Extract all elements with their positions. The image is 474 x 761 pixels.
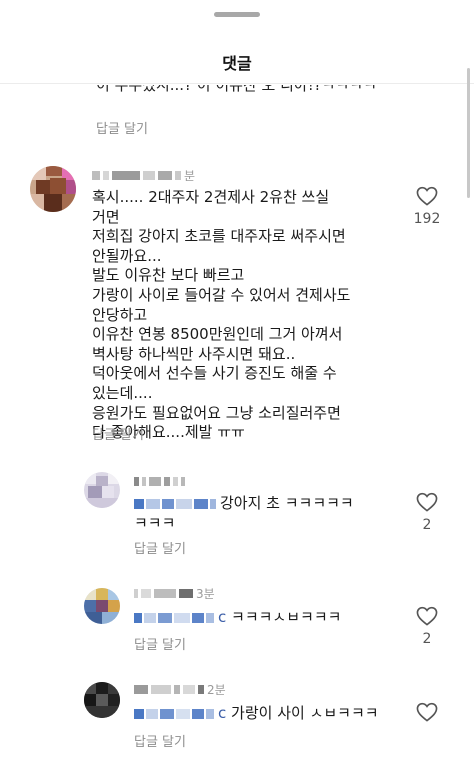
- comment-line: 안될까요...: [92, 246, 162, 265]
- reply-text: 강아지 초 ㅋㅋㅋㅋㅋ: [220, 494, 354, 512]
- like-count: 192: [413, 211, 441, 227]
- comment-text: c 가랑이 사이 ㅅㅂㅋㅋㅋ: [134, 704, 404, 724]
- avatar[interactable]: [84, 588, 120, 624]
- comment-text: 강아지 초 ㅋㅋㅋㅋㅋ ㅋㅋㅋ: [134, 494, 404, 533]
- comment-time: 2분: [207, 682, 226, 697]
- comment-time: 3분: [196, 586, 215, 601]
- comment-line: 저희집 강아지 초코를 대주자로 써주시면: [92, 227, 346, 246]
- reply-button[interactable]: 답글 달기: [134, 538, 186, 557]
- comment-line: 이유찬 연봉 8500만원인데 그거 아껴서: [92, 325, 343, 344]
- username-blurred[interactable]: 3분: [134, 586, 215, 601]
- mention-blurred[interactable]: [134, 612, 214, 623]
- comment-line: ㅋㅋㅋ: [134, 513, 176, 532]
- mention-suffix: c: [218, 608, 227, 626]
- comments-sheet: 댓글 이 주주셨시...? 이 이유찬 오 디아!?ㅋㅋㅋㅋ 답글 달기 분 혹…: [0, 0, 474, 761]
- comment-line: 가랑이 사이로 들어갈 수 있어서 견제사도: [92, 285, 351, 304]
- comment-time: 분: [184, 168, 196, 183]
- avatar[interactable]: [84, 472, 120, 508]
- comment-line: 있는데....: [92, 383, 153, 402]
- comment-line: c 가랑이 사이 ㅅㅂㅋㅋㅋ: [134, 704, 404, 724]
- username-blurred[interactable]: 분: [92, 168, 196, 183]
- comment-line: 혹시..... 2대주자 2견제사 2유찬 쓰실: [92, 188, 330, 206]
- sheet-title: 댓글: [222, 54, 252, 73]
- comment-line: 응원가도 필요없어요 그냥 소리질러주면: [92, 403, 341, 422]
- like-count: 2: [422, 631, 432, 647]
- previous-comment-text: 이 주주셨시...? 이 이유찬 오 디아!?ㅋㅋㅋㅋ: [96, 76, 377, 94]
- heart-icon[interactable]: [416, 702, 438, 722]
- heart-icon[interactable]: [416, 606, 438, 626]
- header-divider: [0, 83, 474, 84]
- comment-line: 발도 이유찬 보다 빠르고: [92, 266, 245, 285]
- avatar[interactable]: [84, 682, 120, 718]
- heart-icon[interactable]: [416, 492, 438, 512]
- comment-line: 안당하고: [92, 305, 148, 324]
- comment-line: 덕아웃에서 선수들 사기 증진도 해줄 수: [92, 364, 337, 383]
- comment-line: 거면: [92, 207, 120, 226]
- like-count: 2: [422, 517, 432, 533]
- username-blurred[interactable]: 2분: [134, 682, 226, 697]
- comment-text: c ㅋㅋㅋㅅㅂㅋㅋㅋ: [134, 608, 404, 628]
- comment-text: 혹시..... 2대주자 2견제사 2유찬 쓰실 거면 저희집 강아지 초코를 …: [92, 188, 392, 443]
- reply-button[interactable]: 답글 달기: [134, 731, 186, 750]
- reply-button[interactable]: 답글 달기: [92, 424, 144, 443]
- sheet-drag-handle[interactable]: [214, 12, 260, 17]
- avatar[interactable]: [30, 166, 76, 212]
- reply-button[interactable]: 답글 달기: [134, 634, 186, 653]
- reply-text: ㅋㅋㅋㅅㅂㅋㅋㅋ: [231, 608, 342, 626]
- scrollbar[interactable]: [467, 68, 470, 198]
- username-blurred[interactable]: [134, 474, 185, 488]
- mention-blurred[interactable]: [134, 498, 216, 509]
- comment-line: c ㅋㅋㅋㅅㅂㅋㅋㅋ: [134, 608, 404, 628]
- comment-line: 벽사탕 하나씩만 사주시면 돼요..: [92, 344, 296, 363]
- mention-suffix: c: [218, 704, 227, 722]
- comment-line: 강아지 초 ㅋㅋㅋㅋㅋ: [134, 494, 404, 514]
- heart-icon[interactable]: [416, 186, 438, 206]
- reply-text: 가랑이 사이 ㅅㅂㅋㅋㅋ: [231, 704, 379, 722]
- reply-button[interactable]: 답글 달기: [96, 118, 148, 137]
- mention-blurred[interactable]: [134, 708, 214, 719]
